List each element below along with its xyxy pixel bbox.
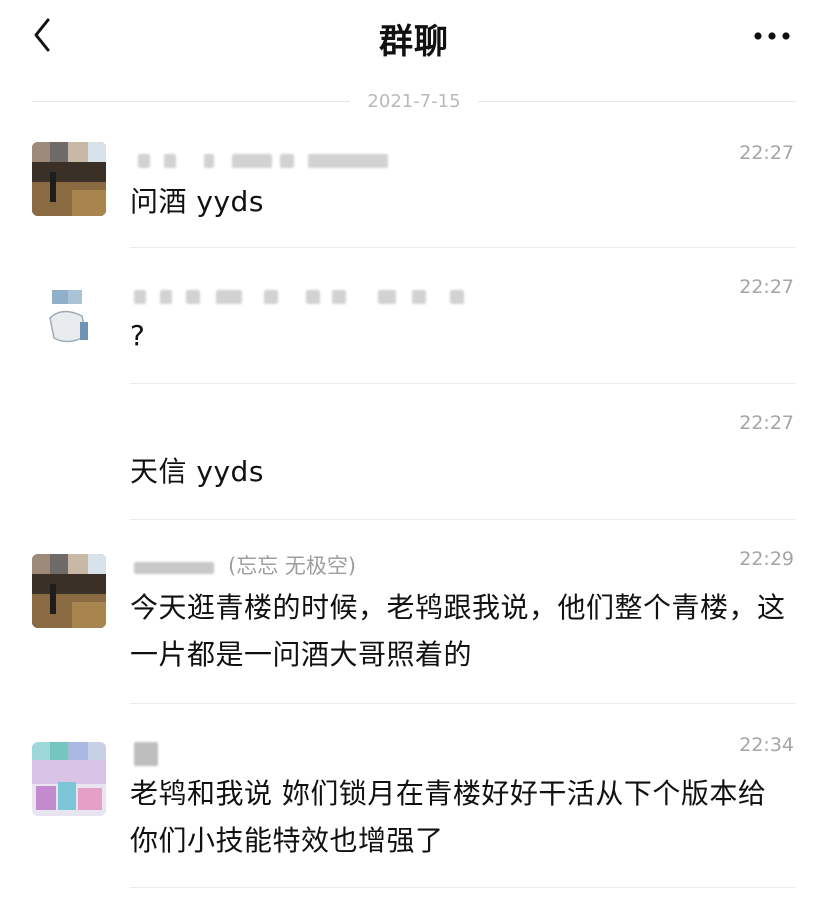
top-navigation-bar: 群聊 bbox=[0, 0, 828, 80]
avatar[interactable] bbox=[32, 282, 106, 356]
message-time: 22:29 bbox=[739, 548, 794, 570]
sender-name: (忘忘 无极空) bbox=[228, 554, 357, 578]
sender-name-redacted bbox=[132, 558, 222, 576]
avatar[interactable] bbox=[32, 554, 106, 628]
avatar-image bbox=[32, 742, 106, 816]
message-item[interactable]: 22:27 天信 yyds bbox=[0, 384, 828, 520]
date-separator: 2021-7-15 bbox=[32, 91, 796, 112]
divider bbox=[130, 887, 796, 888]
message-time: 22:27 bbox=[739, 276, 794, 298]
message-item[interactable]: 22:34 老鸨和我说 妳们锁月在青楼好好干活从下个版本给你们小技能特效也增强了 bbox=[0, 704, 828, 914]
sender-name-redacted bbox=[132, 742, 162, 770]
message-item[interactable]: (忘忘 无极空) 22:29 今天逛青楼的时候，老鸨跟我说，他们整个青楼，这一片… bbox=[0, 520, 828, 704]
more-options-button[interactable] bbox=[752, 28, 792, 42]
avatar[interactable] bbox=[32, 142, 106, 216]
message-time: 22:27 bbox=[739, 142, 794, 164]
message-time: 22:34 bbox=[739, 734, 794, 756]
message-text: ? bbox=[130, 319, 146, 352]
avatar-image bbox=[32, 282, 106, 356]
divider bbox=[478, 101, 796, 102]
avatar-image bbox=[32, 142, 106, 216]
message-text: 问酒 yyds bbox=[130, 185, 264, 218]
message-text: 今天逛青楼的时候，老鸨跟我说，他们整个青楼，这一片都是一问酒大哥照着的 bbox=[130, 591, 786, 671]
message-item[interactable]: 22:27 问酒 yyds bbox=[0, 128, 828, 248]
message-time: 22:27 bbox=[739, 412, 794, 434]
avatar-image bbox=[32, 554, 106, 628]
message-item[interactable]: 22:27 ? bbox=[0, 248, 828, 384]
message-text: 天信 yyds bbox=[130, 455, 264, 488]
more-dots-icon bbox=[754, 32, 790, 40]
chat-title: 群聊 bbox=[379, 22, 449, 62]
avatar[interactable] bbox=[32, 742, 106, 816]
message-text: 老鸨和我说 妳们锁月在青楼好好干活从下个版本给你们小技能特效也增强了 bbox=[130, 777, 767, 857]
